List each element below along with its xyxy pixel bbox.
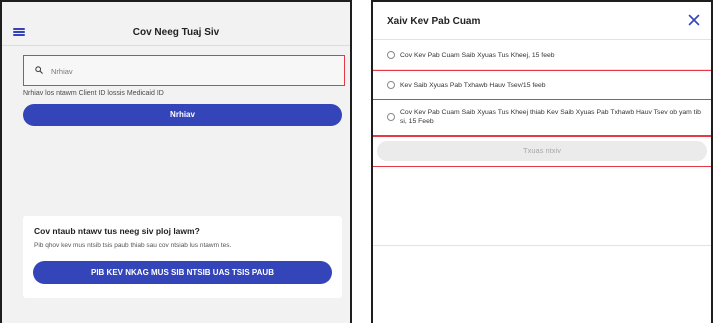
client-search-screen: Cov Neeg Tuaj Siv Nrhiav los ntawm Clien… (0, 0, 352, 323)
service-option-home-support[interactable]: Kev Saib Xyuas Pab Txhawb Hauv Tsev/15 f… (373, 70, 711, 100)
radio-button[interactable] (387, 81, 395, 89)
search-field[interactable] (23, 55, 345, 86)
search-helper-text: Nrhiav los ntawm Client ID lossis Medica… (23, 90, 164, 97)
dialog-title: Xaiv Kev Pab Cuam (387, 16, 481, 27)
search-button[interactable]: Nrhiav (23, 104, 342, 126)
service-option-label: Kev Saib Xyuas Pab Txhawb Hauv Tsev/15 f… (400, 82, 546, 89)
close-icon[interactable] (688, 14, 700, 26)
radio-button[interactable] (387, 113, 395, 121)
service-option-both[interactable]: Cov Kev Pab Cuam Saib Xyuas Tus Kheej th… (373, 99, 711, 136)
start-unknown-visit-button[interactable]: PIB KEV NKAG MUS SIB NTSIB UAS TSIS PAUB (33, 261, 332, 284)
select-service-dialog: Xaiv Kev Pab Cuam Cov Kev Pab Cuam Saib … (371, 0, 713, 323)
search-icon (35, 66, 43, 74)
service-option-label: Cov Kev Pab Cuam Saib Xyuas Tus Kheej, 1… (400, 52, 555, 59)
radio-button[interactable] (387, 51, 395, 59)
service-option-label: Cov Kev Pab Cuam Saib Xyuas Tus Kheej th… (400, 109, 701, 125)
dialog-header: Xaiv Kev Pab Cuam (373, 2, 711, 40)
missing-client-title: Cov ntaub ntawv tus neeg siv ploj lawm? (34, 226, 200, 236)
missing-client-subtitle: Pib qhov kev mus ntsib tsis paub thiab s… (34, 242, 232, 249)
page-title: Cov Neeg Tuaj Siv (132, 27, 220, 38)
missing-client-card: Cov ntaub ntawv tus neeg siv ploj lawm? … (23, 216, 342, 298)
continue-button-area: Txuas ntxiv (373, 136, 711, 167)
app-header: Cov Neeg Tuaj Siv (2, 2, 350, 46)
service-option-personal-care[interactable]: Cov Kev Pab Cuam Saib Xyuas Tus Kheej, 1… (373, 41, 711, 70)
search-input[interactable] (51, 64, 331, 78)
continue-button[interactable]: Txuas ntxiv (377, 141, 707, 161)
divider (373, 245, 711, 246)
